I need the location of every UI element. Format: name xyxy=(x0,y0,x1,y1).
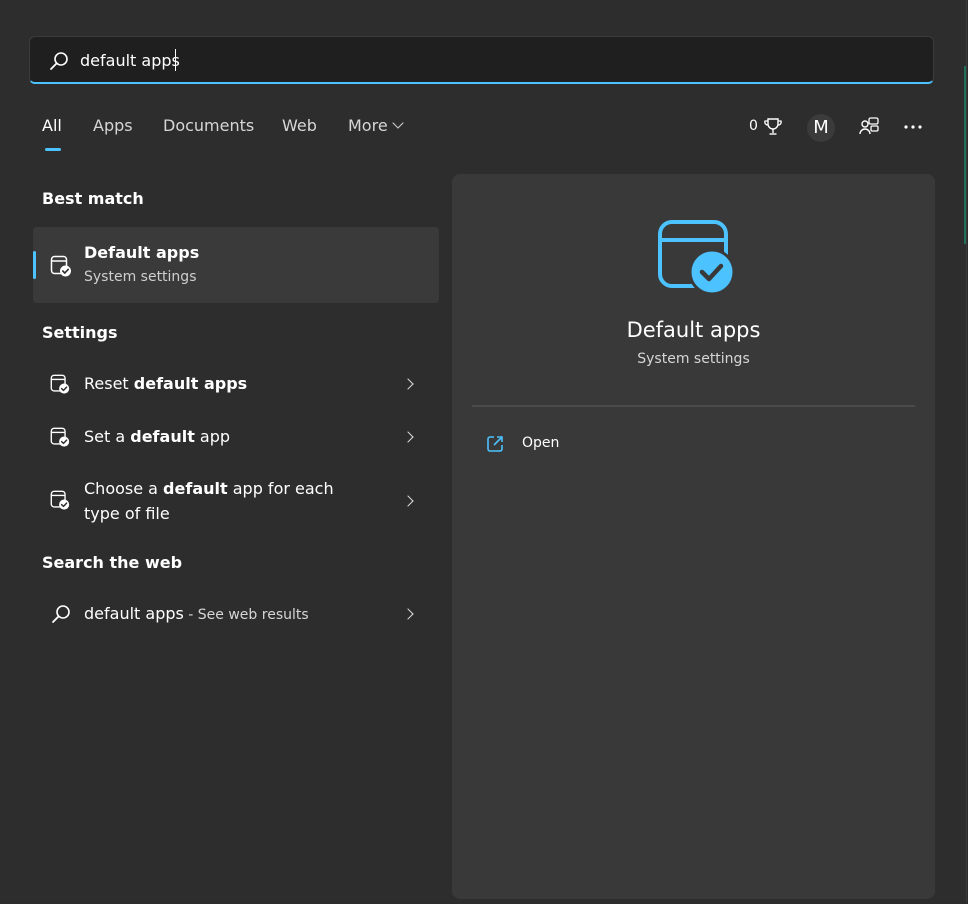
tab-more[interactable]: More xyxy=(348,116,404,135)
chevron-right-icon xyxy=(402,495,414,507)
best-match-title: Default apps xyxy=(84,243,200,262)
selection-indicator xyxy=(33,251,36,279)
default-apps-icon xyxy=(50,374,70,394)
avatar[interactable]: M xyxy=(807,114,835,142)
search-input[interactable] xyxy=(80,47,680,73)
chevron-right-icon xyxy=(402,378,414,390)
text-caret xyxy=(175,49,176,71)
search-icon xyxy=(50,52,68,70)
open-external-icon xyxy=(487,436,503,452)
preview-divider xyxy=(472,405,915,407)
default-apps-icon xyxy=(50,427,70,447)
web-search-result[interactable]: default apps - See web results xyxy=(33,594,439,634)
settings-item-label: Reset default apps xyxy=(84,374,248,393)
search-box[interactable] xyxy=(29,36,934,84)
settings-heading: Settings xyxy=(42,323,118,342)
best-match-subtitle: System settings xyxy=(84,269,197,285)
default-apps-icon xyxy=(50,490,70,510)
chevron-right-icon xyxy=(402,431,414,443)
tab-apps[interactable]: Apps xyxy=(93,116,133,135)
ellipsis-icon[interactable] xyxy=(903,118,923,136)
start-search-panel: All Apps Documents Web More 0 M Best mat… xyxy=(0,0,967,902)
search-web-heading: Search the web xyxy=(42,553,183,572)
search-icon xyxy=(52,605,70,623)
open-button[interactable]: Open xyxy=(472,424,915,464)
web-search-label: default apps - See web results xyxy=(84,604,309,623)
active-tab-indicator xyxy=(45,148,61,151)
default-apps-icon xyxy=(658,220,736,294)
settings-item-choose-default-app-by-file-type[interactable]: Choose a default app for each type of fil… xyxy=(33,470,439,532)
tab-web[interactable]: Web xyxy=(282,116,317,135)
settings-item-label: Set a default app xyxy=(84,427,231,446)
tab-documents[interactable]: Documents xyxy=(163,116,254,135)
chevron-right-icon xyxy=(402,608,414,620)
preview-subtitle: System settings xyxy=(637,351,750,367)
background-edge xyxy=(964,66,966,244)
people-switch-icon[interactable] xyxy=(857,115,881,139)
settings-item-set-default-app[interactable]: Set a default app xyxy=(33,417,439,457)
settings-item-label: Choose a default app for each type of fil… xyxy=(84,479,334,523)
points-count: 0 xyxy=(749,118,758,134)
settings-item-reset-default-apps[interactable]: Reset default apps xyxy=(33,364,439,404)
preview-title: Default apps xyxy=(626,318,761,342)
tab-all[interactable]: All xyxy=(42,116,62,135)
tab-more-label: More xyxy=(348,116,388,135)
trophy-icon xyxy=(764,118,782,135)
default-apps-icon xyxy=(50,255,71,277)
best-match-result[interactable]: Default apps System settings xyxy=(33,227,439,303)
chevron-down-icon xyxy=(392,117,404,129)
open-label: Open xyxy=(522,435,560,451)
best-match-heading: Best match xyxy=(42,189,144,208)
preview-pane: Default apps System settings Open xyxy=(452,174,935,899)
